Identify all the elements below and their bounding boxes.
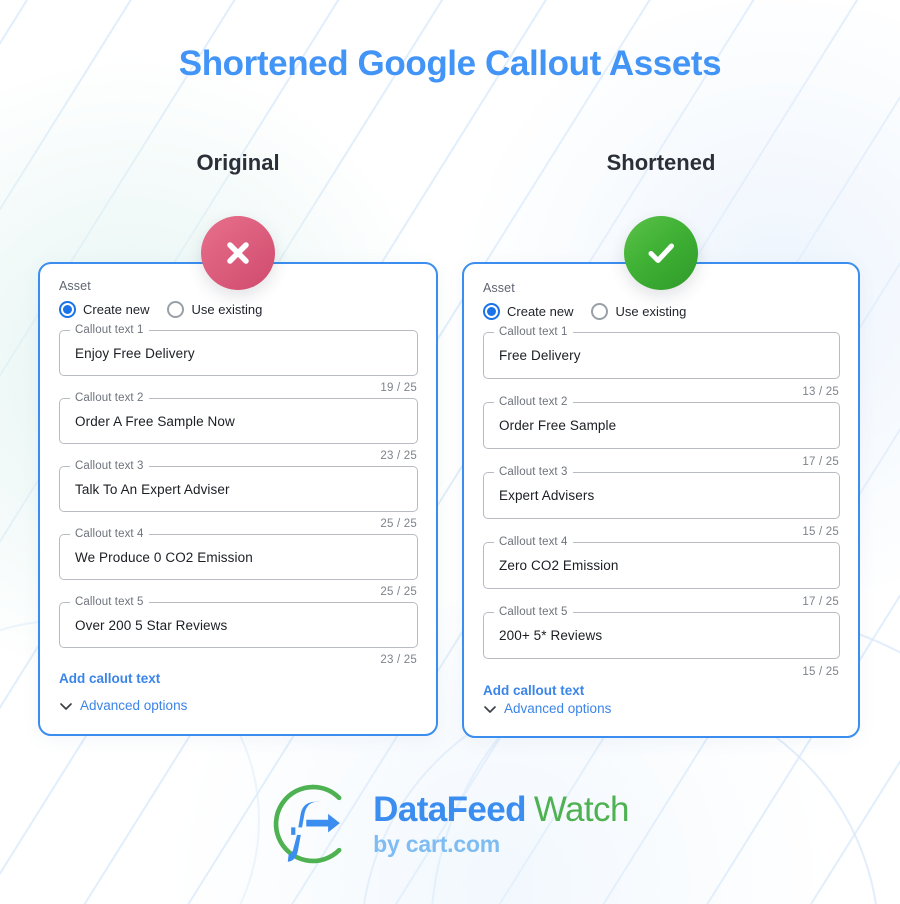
radio-label-use-existing: Use existing <box>615 304 687 319</box>
column-header-shortened: Shortened <box>606 150 716 175</box>
logo-name-line: DataFeed Watch <box>373 792 629 827</box>
character-counter-3: 15 / 25 <box>802 526 839 538</box>
callout-text-field-1[interactable]: Callout text 1 Free Delivery <box>483 326 840 379</box>
add-callout-text-link[interactable]: Add callout text <box>483 683 584 698</box>
chevron-down-icon <box>60 702 72 710</box>
callout-text-field-3[interactable]: 23 / 25 Callout text 3 Talk To An Expert… <box>59 450 418 512</box>
callout-text-field-2[interactable]: 19 / 25 Callout text 2 Order A Free Samp… <box>59 382 418 444</box>
logo-tagline: by cart.com <box>373 831 501 857</box>
radio-option-create-new[interactable]: Create new <box>483 303 573 320</box>
page-title: Shortened Google Callout Assets <box>178 44 722 83</box>
callout-text-field-1[interactable]: Callout text 1 Enjoy Free Delivery <box>59 324 418 376</box>
callout-text-field-4[interactable]: 25 / 25 Callout text 4 We Produce 0 CO2 … <box>59 518 418 580</box>
radio-label-use-existing: Use existing <box>191 302 263 317</box>
field-value: Order A Free Sample Now <box>75 413 235 429</box>
radio-unselected-icon <box>591 303 609 320</box>
radio-selected-icon <box>59 301 76 318</box>
advanced-options-toggle[interactable]: Advanced options <box>59 698 187 713</box>
radio-option-use-existing[interactable]: Use existing <box>167 301 262 318</box>
radio-option-create-new[interactable]: Create new <box>59 301 149 318</box>
logo-wordmark: DataFeed Watch by cart.com <box>373 792 629 856</box>
callout-text-field-3[interactable]: 17 / 25 Callout text 3 Expert Advisers <box>483 456 840 519</box>
character-counter-2: 17 / 25 <box>802 456 839 468</box>
original-asset-card: Asset Create new Use existing Callout te… <box>38 262 438 736</box>
shortened-asset-card: Asset Create new Use existing Callout te… <box>462 262 860 738</box>
advanced-options-label: Advanced options <box>504 701 612 716</box>
callout-text-field-4[interactable]: 15 / 25 Callout text 4 Zero CO2 Emission <box>483 526 840 589</box>
callout-text-field-5[interactable]: 25 / 25 Callout text 5 Over 200 5 Star R… <box>59 586 418 648</box>
field-value: Order Free Sample <box>499 418 617 433</box>
radio-selected-icon <box>483 303 500 320</box>
callout-text-field-2[interactable]: 13 / 25 Callout text 2 Order Free Sample <box>483 386 840 449</box>
advanced-options-label: Advanced options <box>80 698 188 713</box>
character-counter-3: 25 / 25 <box>380 518 417 530</box>
radio-label-create-new: Create new <box>507 304 574 319</box>
datafeedwatch-f-arrow-icon <box>273 784 342 864</box>
cross-icon <box>201 216 275 290</box>
radio-option-use-existing[interactable]: Use existing <box>591 303 686 320</box>
field-value: Free Delivery <box>499 348 581 363</box>
character-counter-4: 17 / 25 <box>802 596 839 608</box>
add-callout-row: 15 / 25 Add callout text <box>483 666 840 700</box>
radio-label-create-new: Create new <box>83 302 150 317</box>
field-value: We Produce 0 CO2 Emission <box>75 549 253 565</box>
logo-name-primary: DataFeed <box>373 790 526 829</box>
callout-text-field-5[interactable]: 17 / 25 Callout text 5 200+ 5* Reviews <box>483 596 840 659</box>
field-value: Over 200 5 Star Reviews <box>75 617 228 633</box>
field-value: 200+ 5* Reviews <box>499 628 603 643</box>
character-counter-5: 15 / 25 <box>802 666 839 678</box>
field-value: Enjoy Free Delivery <box>75 345 195 361</box>
radio-unselected-icon <box>167 301 185 318</box>
add-callout-text-link[interactable]: Add callout text <box>59 671 160 686</box>
character-counter-2: 23 / 25 <box>380 450 417 462</box>
asset-type-radio-group: Create new Use existing <box>59 301 418 318</box>
field-value: Talk To An Expert Adviser <box>75 481 230 497</box>
asset-type-radio-group: Create new Use existing <box>483 303 840 320</box>
chevron-down-icon <box>484 705 496 713</box>
check-icon <box>624 216 698 290</box>
character-counter-5: 23 / 25 <box>380 654 417 666</box>
field-value: Expert Advisers <box>499 488 595 503</box>
advanced-options-toggle[interactable]: Advanced options <box>483 701 611 716</box>
character-counter-1: 19 / 25 <box>380 382 417 394</box>
column-header-original: Original <box>196 150 280 175</box>
character-counter-4: 25 / 25 <box>380 586 417 598</box>
logo-name-secondary: Watch <box>533 790 630 829</box>
add-callout-row: 23 / 25 Add callout text <box>59 654 418 688</box>
brand-logo: DataFeed Watch by cart.com <box>0 782 900 866</box>
character-counter-1: 13 / 25 <box>802 386 839 398</box>
field-value: Zero CO2 Emission <box>499 558 619 573</box>
